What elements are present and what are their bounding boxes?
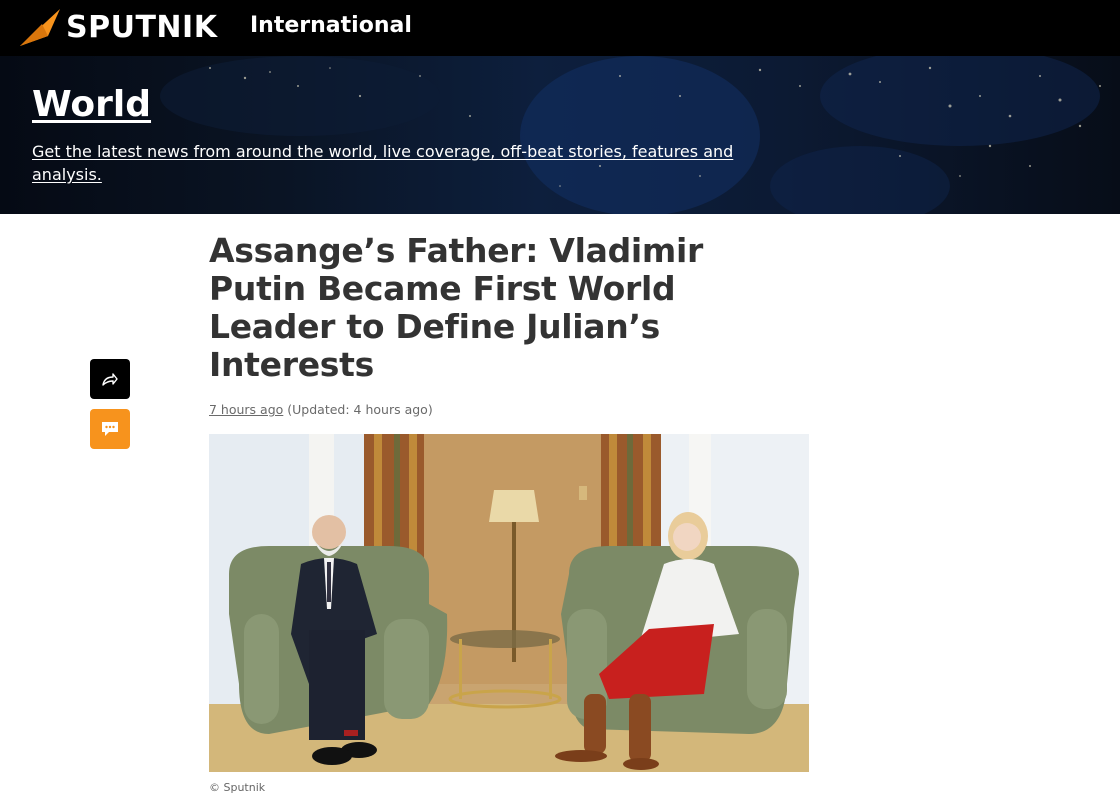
section-description[interactable]: Get the latest news from around the worl… xyxy=(32,140,752,186)
publish-time[interactable]: 7 hours ago xyxy=(209,402,283,417)
updated-time: (Updated: 4 hours ago) xyxy=(287,402,433,417)
section-banner: World Get the latest news from around th… xyxy=(0,56,1120,214)
share-button[interactable] xyxy=(90,359,130,399)
world-map-background xyxy=(160,56,1101,214)
sputnik-logo[interactable]: SPUTNIK xyxy=(18,6,217,48)
comment-button[interactable] xyxy=(90,409,130,449)
article-photo[interactable] xyxy=(209,434,809,772)
edition-link[interactable]: International xyxy=(250,13,412,38)
section-title[interactable]: World xyxy=(32,84,151,125)
top-navigation-bar: SPUTNIK International xyxy=(0,0,1120,56)
share-arrow-icon xyxy=(102,373,118,386)
logo-text: SPUTNIK xyxy=(66,9,218,45)
sputnik-logo-icon xyxy=(20,9,60,46)
comment-bubble-icon xyxy=(102,422,118,436)
photo-caption: © Sputnik xyxy=(209,781,266,794)
interview-photo xyxy=(209,434,809,772)
article-headline: Assange’s Father: Vladimir Putin Became … xyxy=(209,231,703,384)
article-meta: 7 hours ago (Updated: 4 hours ago) xyxy=(209,402,433,417)
